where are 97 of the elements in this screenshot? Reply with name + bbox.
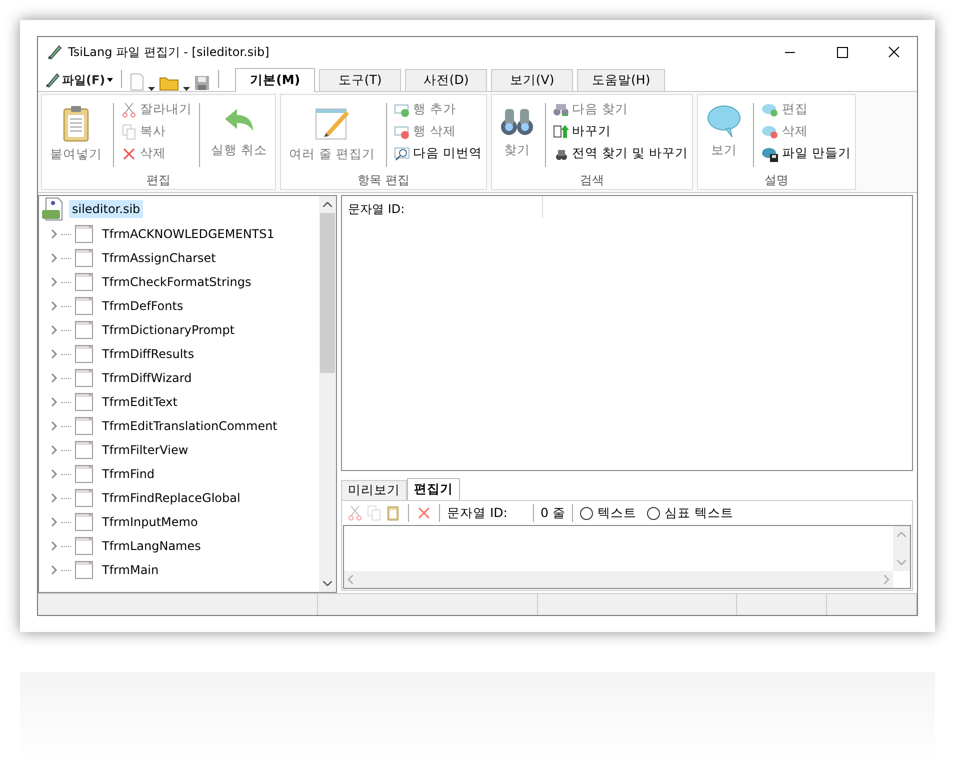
tree-item[interactable]: TfrmFindReplaceGlobal xyxy=(102,489,240,507)
form-icon xyxy=(74,224,94,244)
form-icon xyxy=(74,368,94,388)
column-header[interactable]: 문자열 ID: xyxy=(342,196,543,218)
radio-button[interactable]: 텍스트 xyxy=(580,504,636,522)
form-icon xyxy=(74,272,94,292)
delete-icon[interactable] xyxy=(416,505,432,521)
group-label: 편집 xyxy=(146,173,170,187)
tree-item[interactable]: TfrmInputMemo xyxy=(102,513,198,531)
ribbon-button[interactable]: 다음 미번역 xyxy=(394,143,482,164)
tree-item[interactable]: TfrmACKNOWLEDGEMENTS1 xyxy=(102,225,274,243)
form-icon xyxy=(74,248,94,268)
tab[interactable]: 미리보기 xyxy=(341,480,407,500)
tree-item[interactable]: TfrmDiffResults xyxy=(102,345,194,363)
scissors-icon[interactable] xyxy=(347,505,363,521)
line-count: 0 줄 xyxy=(540,504,566,522)
scroll-down-icon xyxy=(897,560,906,565)
tree-item[interactable]: TfrmFilterView xyxy=(102,441,188,459)
tree-item[interactable]: TfrmEditText xyxy=(102,393,178,411)
group-label: 검색 xyxy=(580,173,604,187)
ribbon-tab[interactable]: 사전(D) xyxy=(405,69,488,91)
speech-bubble-icon xyxy=(706,103,742,139)
tree-item[interactable]: TfrmDictionaryPrompt xyxy=(102,321,235,339)
tree-item[interactable]: TfrmCheckFormatStrings xyxy=(102,273,252,291)
expand-icon[interactable] xyxy=(50,349,58,359)
expand-icon[interactable] xyxy=(50,517,58,527)
file-menu-button[interactable]: 파일(F) xyxy=(44,69,114,91)
expand-icon[interactable] xyxy=(50,277,58,287)
window-title: TsiLang 파일 편집기 - [sileditor.sib] xyxy=(68,44,270,61)
expand-icon[interactable] xyxy=(50,421,58,431)
scroll-up-icon xyxy=(323,202,332,207)
group-label: 설명 xyxy=(764,173,788,187)
form-icon xyxy=(74,488,94,508)
speech-bubble-icon xyxy=(760,124,779,140)
delete-icon xyxy=(121,146,137,162)
speech-bubble-icon xyxy=(760,146,779,162)
expand-icon[interactable] xyxy=(50,373,58,383)
tab[interactable]: 편집기 xyxy=(407,478,460,500)
ribbon-tab[interactable]: 보기(V) xyxy=(491,69,574,91)
tree-item[interactable]: TfrmLangNames xyxy=(102,537,201,555)
form-icon xyxy=(74,392,94,412)
field-label: 문자열 ID: xyxy=(447,504,508,522)
form-icon xyxy=(74,464,94,484)
pencil-icon xyxy=(44,72,60,88)
save-icon[interactable] xyxy=(194,75,210,91)
expand-icon[interactable] xyxy=(50,397,58,407)
tree-item[interactable]: TfrmAssignCharset xyxy=(102,249,216,267)
expand-icon[interactable] xyxy=(50,469,58,479)
expand-icon[interactable] xyxy=(50,565,58,575)
tree-item[interactable]: TfrmMain xyxy=(102,561,159,579)
scroll-right-icon xyxy=(884,575,889,584)
scroll-down-icon xyxy=(323,581,332,586)
speech-bubble-icon xyxy=(760,102,779,118)
tree-item[interactable]: TfrmDefFonts xyxy=(102,297,184,315)
form-icon xyxy=(74,512,94,532)
expand-icon[interactable] xyxy=(50,301,58,311)
form-icon xyxy=(74,344,94,364)
caret-icon xyxy=(107,78,114,82)
scroll-up-icon xyxy=(897,532,906,537)
expand-icon[interactable] xyxy=(50,541,58,551)
tree-item[interactable]: sileditor.sib xyxy=(69,200,144,218)
scissors-icon xyxy=(121,102,137,118)
form-icon xyxy=(74,416,94,436)
clipboard-icon[interactable] xyxy=(385,505,401,521)
form-icon xyxy=(74,296,94,316)
pencil-icon xyxy=(46,44,62,60)
copy-icon xyxy=(121,124,137,140)
expand-icon[interactable] xyxy=(50,493,58,503)
radio-button[interactable]: 심표 텍스트 xyxy=(647,504,734,522)
ribbon-button[interactable]: 파일 만들기 xyxy=(760,143,851,164)
expand-icon[interactable] xyxy=(50,229,58,239)
expand-icon[interactable] xyxy=(50,253,58,263)
tree-item[interactable]: TfrmEditTranslationComment xyxy=(102,417,278,435)
expand-icon[interactable] xyxy=(50,445,58,455)
group-label: 항목 편집 xyxy=(358,173,410,187)
form-icon xyxy=(74,536,94,556)
ribbon-tab[interactable]: 기본(M) xyxy=(235,68,316,92)
ribbon-tab[interactable]: 도구(T) xyxy=(319,69,402,91)
form-icon xyxy=(74,320,94,340)
replace-icon xyxy=(552,124,569,140)
scroll-left-icon xyxy=(348,575,353,584)
ribbon-button[interactable]: 전역 찾기 및 바꾸기 xyxy=(552,143,688,164)
scrollbar[interactable] xyxy=(319,196,336,592)
scrollbar[interactable] xyxy=(893,526,910,571)
magnifier-icon xyxy=(394,146,410,162)
form-icon xyxy=(74,440,94,460)
expand-icon[interactable] xyxy=(50,325,58,335)
form-icon xyxy=(74,560,94,580)
row-add-icon xyxy=(394,102,410,118)
scrollbar[interactable] xyxy=(344,571,893,588)
tree-item[interactable]: TfrmFind xyxy=(102,465,155,483)
row-delete-icon xyxy=(394,124,410,140)
ribbon-tab[interactable]: 도움말(H) xyxy=(577,69,666,91)
tree-item[interactable]: TfrmDiffWizard xyxy=(102,369,192,387)
ribbon-button[interactable]: 바꾸기 xyxy=(552,121,688,142)
text-area[interactable] xyxy=(343,525,911,589)
file-icon xyxy=(41,197,65,221)
